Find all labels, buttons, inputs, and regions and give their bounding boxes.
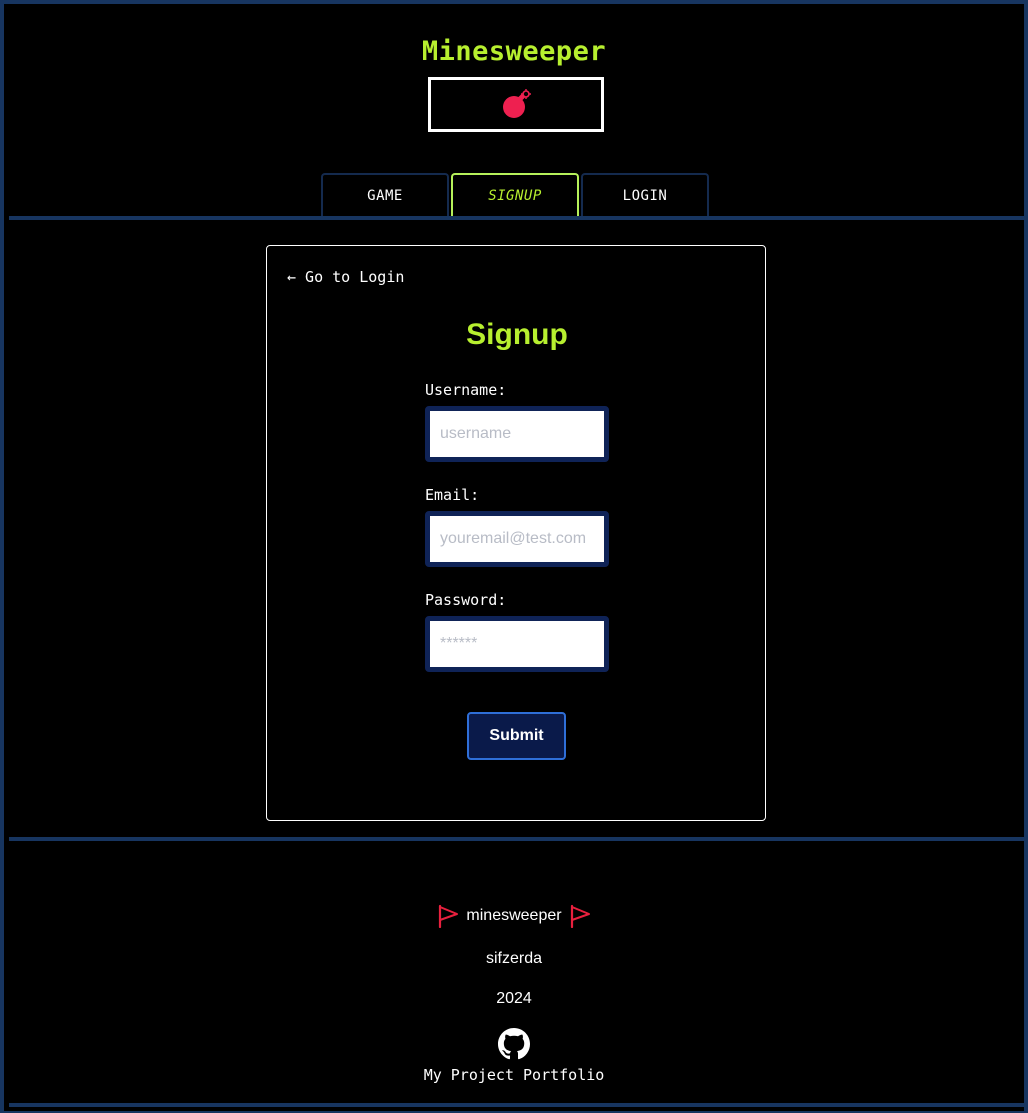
footer-author: sifzerda (485, 950, 543, 967)
flag-icon (439, 904, 459, 928)
portfolio-link[interactable]: My Project Portfolio (0, 1066, 1028, 1084)
logo-box (428, 77, 604, 132)
go-to-login-link[interactable]: ← Go to Login (287, 268, 404, 286)
bottom-divider (9, 1103, 1028, 1107)
footer-year: 2024 (496, 990, 532, 1007)
submit-button[interactable]: Submit (467, 712, 566, 760)
app-title: Minesweeper (421, 36, 607, 67)
email-label: Email: (425, 486, 480, 504)
tab-game[interactable]: GAME (321, 173, 449, 217)
username-label: Username: (425, 381, 507, 399)
username-input[interactable] (425, 406, 609, 462)
password-label: Password: (425, 591, 507, 609)
footer-brand-label: minesweeper (466, 907, 562, 924)
github-link[interactable] (0, 1028, 1028, 1064)
form-title: Signup (466, 318, 568, 351)
nav-tabs: GAME SIGNUP LOGIN (321, 173, 709, 217)
bomb-icon (503, 88, 531, 118)
tab-signup[interactable]: SIGNUP (451, 173, 579, 217)
email-input[interactable] (425, 511, 609, 567)
github-icon[interactable] (498, 1028, 530, 1060)
header-divider (9, 216, 1028, 220)
footer-divider (9, 837, 1028, 841)
flag-icon (570, 904, 590, 928)
signup-card: ← Go to Login Signup Username: Email: Pa… (266, 245, 766, 821)
password-input[interactable] (425, 616, 609, 672)
tab-login[interactable]: LOGIN (581, 173, 709, 217)
footer-brand: minesweeper (0, 904, 1028, 928)
